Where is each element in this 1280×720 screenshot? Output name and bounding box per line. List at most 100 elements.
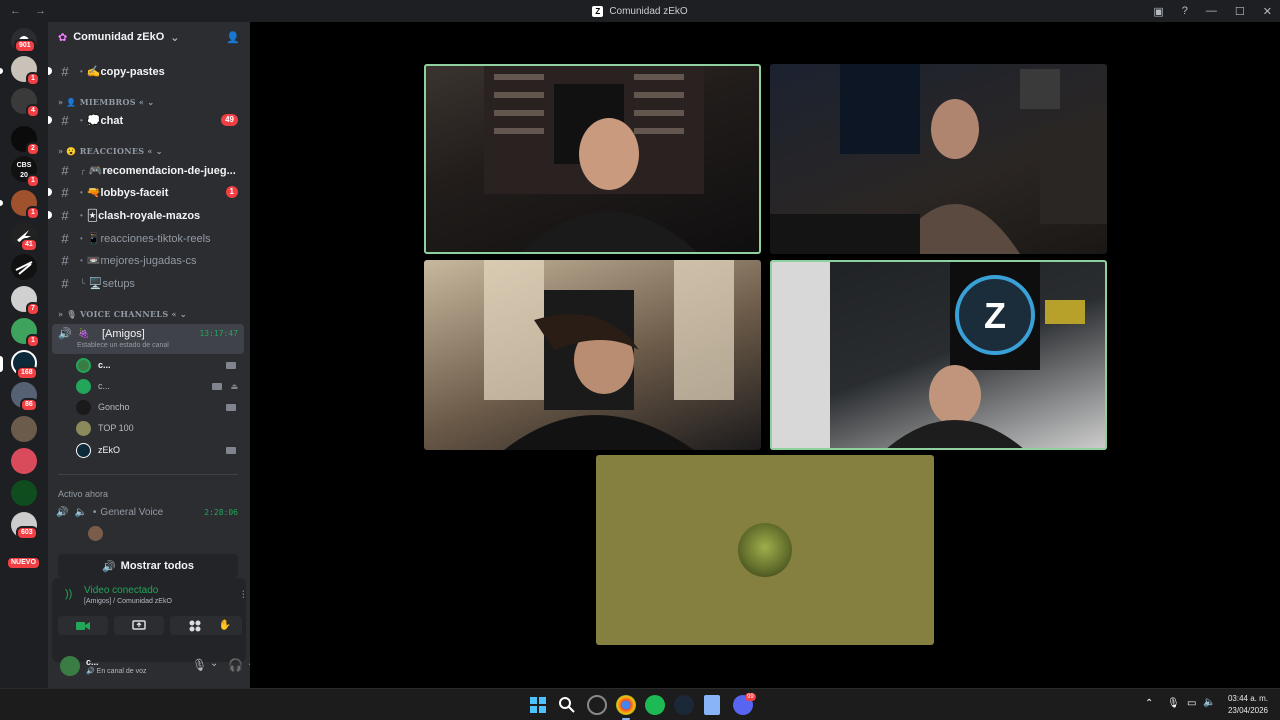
video-tile[interactable] xyxy=(770,64,1107,254)
server-icon[interactable] xyxy=(11,448,37,474)
voice-user[interactable]: c... xyxy=(76,355,242,375)
chevron-down-icon[interactable]: ⌄ xyxy=(210,658,218,669)
voice-user[interactable]: c... ⏏ xyxy=(76,376,242,396)
chrome-icon[interactable] xyxy=(616,695,636,715)
camera-toggle-button[interactable] xyxy=(58,616,108,635)
connection-subtitle: [Amigos] / Comunidad zEkO xyxy=(84,598,172,605)
mention-badge: 1 xyxy=(225,186,238,198)
channel-lobbys-faceit[interactable]: # • 🔫lobbys-faceit 1 xyxy=(48,182,244,202)
inbox-icon[interactable]: ▣ xyxy=(1153,5,1163,18)
server-name: Comunidad zEkO xyxy=(73,31,165,43)
speaker-icon: 🔈 xyxy=(74,506,87,518)
video-tile[interactable] xyxy=(424,260,761,450)
audio-only-tile[interactable] xyxy=(596,455,934,645)
hash-icon: # xyxy=(61,275,69,291)
video-tile[interactable]: Z xyxy=(770,260,1107,450)
unread-indicator xyxy=(48,211,52,219)
clock-date: 23/04/2026 xyxy=(1227,706,1268,715)
unread-indicator xyxy=(48,116,52,124)
spotify-icon[interactable] xyxy=(645,695,665,715)
channel-setups[interactable]: # ╰ 🖥️setups xyxy=(54,273,244,293)
hash-icon: # xyxy=(61,184,69,200)
active-now-label: Activo ahora xyxy=(58,489,109,499)
channel-label: 🖥️setups xyxy=(88,277,135,290)
unread-indicator xyxy=(48,188,52,196)
voice-user[interactable]: TOP 100 xyxy=(76,418,242,438)
voice-user[interactable]: zEkO xyxy=(76,440,242,460)
server-badge: 1 xyxy=(26,72,40,86)
chevron-up-icon[interactable]: ⌃ xyxy=(1145,698,1153,709)
server-badge: 1 xyxy=(26,334,40,348)
back-arrow-icon[interactable]: ← xyxy=(10,5,21,17)
microphone-icon[interactable]: 🎙 xyxy=(192,658,207,672)
show-all-button[interactable]: 🔊 Mostrar todos xyxy=(58,554,238,578)
category-label: VOICE CHANNELS xyxy=(79,309,169,319)
active-voice-channel[interactable]: 🔊 🔈 • General Voice 2:28:06 xyxy=(56,503,242,521)
speaker-icon: 🔊 xyxy=(101,560,116,573)
channel-label: 🎮recomendacion-de-jueg... xyxy=(88,164,236,177)
invite-user-icon[interactable]: 👤 xyxy=(226,31,240,44)
server-header[interactable]: ✿ Comunidad zEkO ⌄ 👤 xyxy=(48,22,250,52)
screen-share-button[interactable] xyxy=(114,616,164,635)
hash-icon: # xyxy=(61,207,69,223)
network-icon[interactable]: ▭ xyxy=(1187,698,1196,709)
system-clock[interactable]: 03:44 a. m. 23/04/2026 xyxy=(1228,693,1268,717)
server-icon[interactable] xyxy=(11,416,37,442)
headphones-icon[interactable]: 🎧 xyxy=(228,658,243,672)
help-icon[interactable]: ? xyxy=(1182,5,1188,17)
video-tile[interactable] xyxy=(424,64,761,254)
close-button[interactable]: ✕ xyxy=(1263,5,1272,18)
app-icon[interactable] xyxy=(587,695,607,715)
channel-tiktok-reels[interactable]: # • 📱reacciones-tiktok-reels xyxy=(54,228,244,248)
stream-icon: ⏏ xyxy=(230,381,238,391)
channel-chat[interactable]: # • 💭chat 49 xyxy=(48,110,244,130)
minimize-button[interactable]: — xyxy=(1206,5,1217,17)
server-badge: 1 xyxy=(26,206,40,220)
channel-label: 💭chat xyxy=(86,114,124,127)
start-menu-icon[interactable] xyxy=(528,695,548,715)
soundboard-icon[interactable]: ✋ xyxy=(208,616,242,635)
server-badge: 2 xyxy=(26,142,40,156)
channel-mejores-jugadas[interactable]: # • 📼mejores-jugadas-cs xyxy=(54,250,244,270)
maximize-button[interactable]: ☐ xyxy=(1235,5,1245,18)
channel-sidebar: ✿ Comunidad zEkO ⌄ 👤 # • ✍️copy-pastes » … xyxy=(48,22,279,688)
signal-icon[interactable]: )) xyxy=(65,588,72,600)
server-label: CBS xyxy=(16,162,32,169)
server-boost-icon: ✿ xyxy=(58,31,68,44)
screen-share-icon xyxy=(132,619,146,630)
search-icon[interactable] xyxy=(557,695,577,715)
notepad-icon[interactable] xyxy=(704,695,720,715)
server-icon[interactable] xyxy=(11,254,37,280)
activities-icon xyxy=(189,620,201,631)
channel-clash-royale[interactable]: # • 🃏clash-royale-mazos xyxy=(48,205,244,225)
camera-icon xyxy=(226,361,236,369)
channel-status-hint[interactable]: Establece un estado de canal xyxy=(77,342,169,349)
clock-time: 03:44 a. m. xyxy=(1227,694,1268,703)
noise-suppression-icon[interactable]: ⫶ xyxy=(242,590,245,601)
user-panel: c... 🔊 En canal de voz 🎙 ⌄ 🎧 ⌄ ⚙ xyxy=(52,648,278,684)
server-icon[interactable] xyxy=(11,480,37,506)
nuevo-badge[interactable]: NUEVO xyxy=(6,556,41,570)
video-feed xyxy=(484,64,704,254)
user-name: c... xyxy=(86,657,99,667)
category-label: REACCIONES xyxy=(79,146,145,156)
channel-copy-pastes[interactable]: # • ✍️copy-pastes xyxy=(48,61,244,81)
server-logo-icon: Z xyxy=(592,5,604,17)
voice-user-name: c... xyxy=(98,360,111,370)
category-reacciones[interactable]: » 😮 REACCIONES « ⌄ xyxy=(58,146,163,156)
voice-channel-amigos[interactable]: 🔊 🍇 [Amigos] 13:17:47 Establece un estad… xyxy=(52,324,244,354)
volume-icon[interactable]: 🔈 xyxy=(1203,697,1215,708)
discord-badge: 99 xyxy=(745,693,756,701)
os-taskbar: 99 ⌃ 🎙 ▭ 🔈 03:44 a. m. 23/04/2026 xyxy=(0,688,1280,720)
microphone-icon[interactable]: 🎙 xyxy=(1167,698,1180,709)
steam-icon[interactable] xyxy=(674,695,694,715)
channel-recomendacion[interactable]: # ╭ 🎮recomendacion-de-jueg... xyxy=(54,160,244,180)
hash-icon: # xyxy=(61,252,69,268)
selected-pill xyxy=(0,356,3,372)
category-voice-channels[interactable]: » 🎙 VOICE CHANNELS « ⌄ xyxy=(58,309,187,319)
connection-status[interactable]: Video conectado xyxy=(84,585,158,596)
category-miembros[interactable]: » 👤 MIEMBROS « ⌄ xyxy=(58,97,154,107)
avatar[interactable] xyxy=(60,656,80,676)
forward-arrow-icon[interactable]: → xyxy=(35,5,46,17)
voice-user[interactable]: Goncho xyxy=(76,397,242,417)
